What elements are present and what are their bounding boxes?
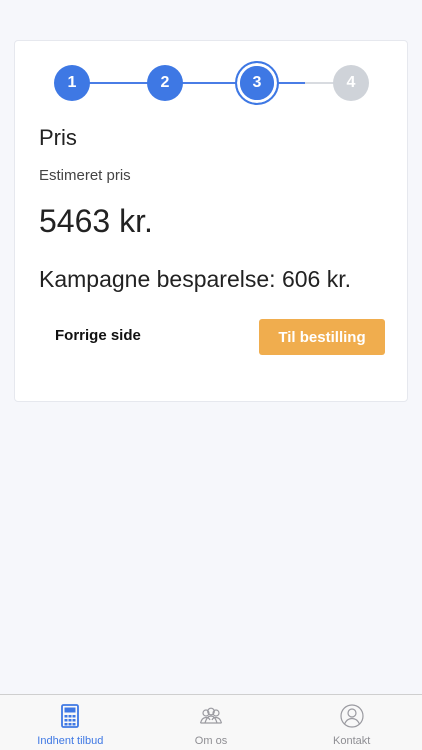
- step-2[interactable]: 2: [147, 65, 183, 101]
- tab-kontakt[interactable]: Kontakt: [281, 695, 422, 750]
- tab-label: Om os: [194, 735, 228, 747]
- tab-label: Indhent tilbud: [37, 735, 104, 747]
- estimated-price: 5463 kr.: [39, 203, 153, 239]
- tab-label: Kontakt: [333, 735, 371, 747]
- step-2-label: 2: [160, 74, 170, 91]
- tab-om-os[interactable]: Om os: [141, 695, 282, 750]
- progress-stepper: 1 2 3 4: [15, 41, 409, 125]
- step-3-label: 3: [240, 66, 274, 100]
- app-screen: 1 2 3 4 Pris Estimeret pris 5463 kr. Kam…: [0, 0, 422, 750]
- calculator-icon: [61, 704, 80, 728]
- step-4-label: 4: [346, 74, 356, 91]
- group-icon: [199, 707, 223, 724]
- step-3[interactable]: 3: [235, 61, 279, 105]
- step-1-label: 1: [67, 74, 77, 91]
- bottom-tab-bar: Indhent tilbud Om os Kontakt: [0, 694, 422, 750]
- page-title: Pris: [39, 125, 77, 150]
- tab-indhent-tilbud[interactable]: Indhent tilbud: [0, 695, 141, 750]
- step-1[interactable]: 1: [54, 65, 90, 101]
- order-button[interactable]: Til bestilling: [259, 319, 385, 355]
- step-4[interactable]: 4: [333, 65, 369, 101]
- previous-page-button[interactable]: Forrige side: [55, 327, 141, 344]
- person-icon: [340, 704, 364, 728]
- step-connector: [277, 82, 305, 84]
- campaign-savings: Kampagne besparelse: 606 kr.: [39, 266, 351, 292]
- price-subtitle: Estimeret pris: [39, 167, 131, 184]
- price-card: 1 2 3 4 Pris Estimeret pris 5463 kr. Kam…: [14, 40, 408, 402]
